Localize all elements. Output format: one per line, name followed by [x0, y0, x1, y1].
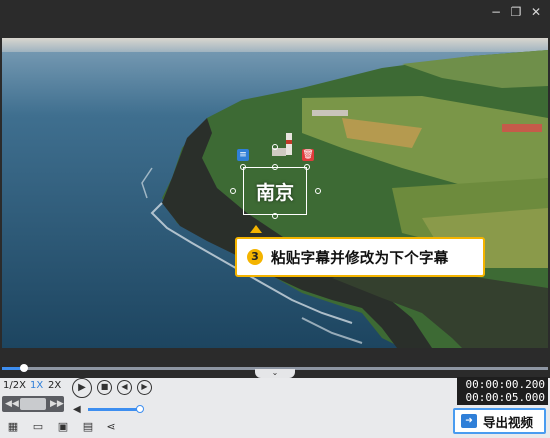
open-folder-icon[interactable]: ▭: [31, 420, 45, 434]
resize-handle-top[interactable]: [272, 164, 278, 170]
next-frame-button[interactable]: ▶: [137, 380, 152, 395]
volume-icon[interactable]: ◀: [73, 404, 81, 415]
volume-knob[interactable]: [136, 405, 145, 413]
minimize-icon[interactable]: −: [487, 4, 505, 20]
edit-subtitle-icon[interactable]: ≡: [237, 149, 249, 161]
resize-handle-right[interactable]: [315, 188, 321, 194]
share-icon[interactable]: ⋖: [104, 420, 118, 434]
rotate-handle[interactable]: [272, 144, 278, 150]
close-icon[interactable]: ✕: [527, 4, 545, 20]
speed-1x[interactable]: 1X: [30, 380, 43, 391]
export-label: 导出视频: [483, 414, 534, 430]
guide-tooltip: 3 粘贴字幕并修改为下个字幕: [235, 237, 485, 277]
new-project-icon[interactable]: ▦: [6, 420, 20, 434]
resize-handle-corner-tl[interactable]: [240, 164, 246, 170]
export-icon: ➜: [461, 414, 477, 428]
video-preview[interactable]: 南京 ≡ 🗑: [2, 38, 548, 348]
resize-handle-bottom[interactable]: [272, 213, 278, 219]
progress-knob[interactable]: [19, 364, 28, 372]
step-number-badge: 3: [247, 249, 263, 265]
stop-button[interactable]: ■: [97, 380, 112, 395]
fast-forward-icon[interactable]: ▶▶: [50, 398, 64, 410]
subtitle-box[interactable]: 南京: [243, 167, 307, 215]
save-icon[interactable]: ▣: [56, 420, 70, 434]
save-as-icon[interactable]: ▤: [81, 420, 95, 434]
speed-half[interactable]: 1/2X: [3, 380, 26, 391]
total-time: 00:00:05.000: [465, 391, 545, 404]
title-bar: − ❐ ✕: [0, 0, 550, 24]
restore-icon[interactable]: ❐: [507, 4, 525, 20]
delete-subtitle-icon[interactable]: 🗑: [302, 149, 314, 161]
volume-slider[interactable]: [88, 408, 141, 411]
rewind-icon[interactable]: ◀◀: [5, 398, 19, 410]
jog-knob[interactable]: [20, 398, 46, 410]
timecode-display: 00:00:00.200 00:00:05.000: [457, 377, 548, 405]
resize-handle-corner-tr[interactable]: [304, 164, 310, 170]
speed-2x[interactable]: 2X: [48, 380, 61, 391]
resize-handle-left[interactable]: [230, 188, 236, 194]
collapse-panel-icon[interactable]: ⌄: [255, 369, 295, 378]
tooltip-text: 粘贴字幕并修改为下个字幕: [271, 250, 449, 267]
tooltip-arrow: [250, 225, 262, 233]
subtitle-text[interactable]: 南京: [256, 178, 294, 205]
export-video-button[interactable]: ➜ 导出视频: [453, 408, 546, 434]
play-button[interactable]: ▶: [72, 378, 92, 398]
jog-shuttle[interactable]: ◀◀ ▶▶: [2, 396, 64, 412]
current-time: 00:00:00.200: [465, 378, 545, 391]
prev-frame-button[interactable]: ◀: [117, 380, 132, 395]
